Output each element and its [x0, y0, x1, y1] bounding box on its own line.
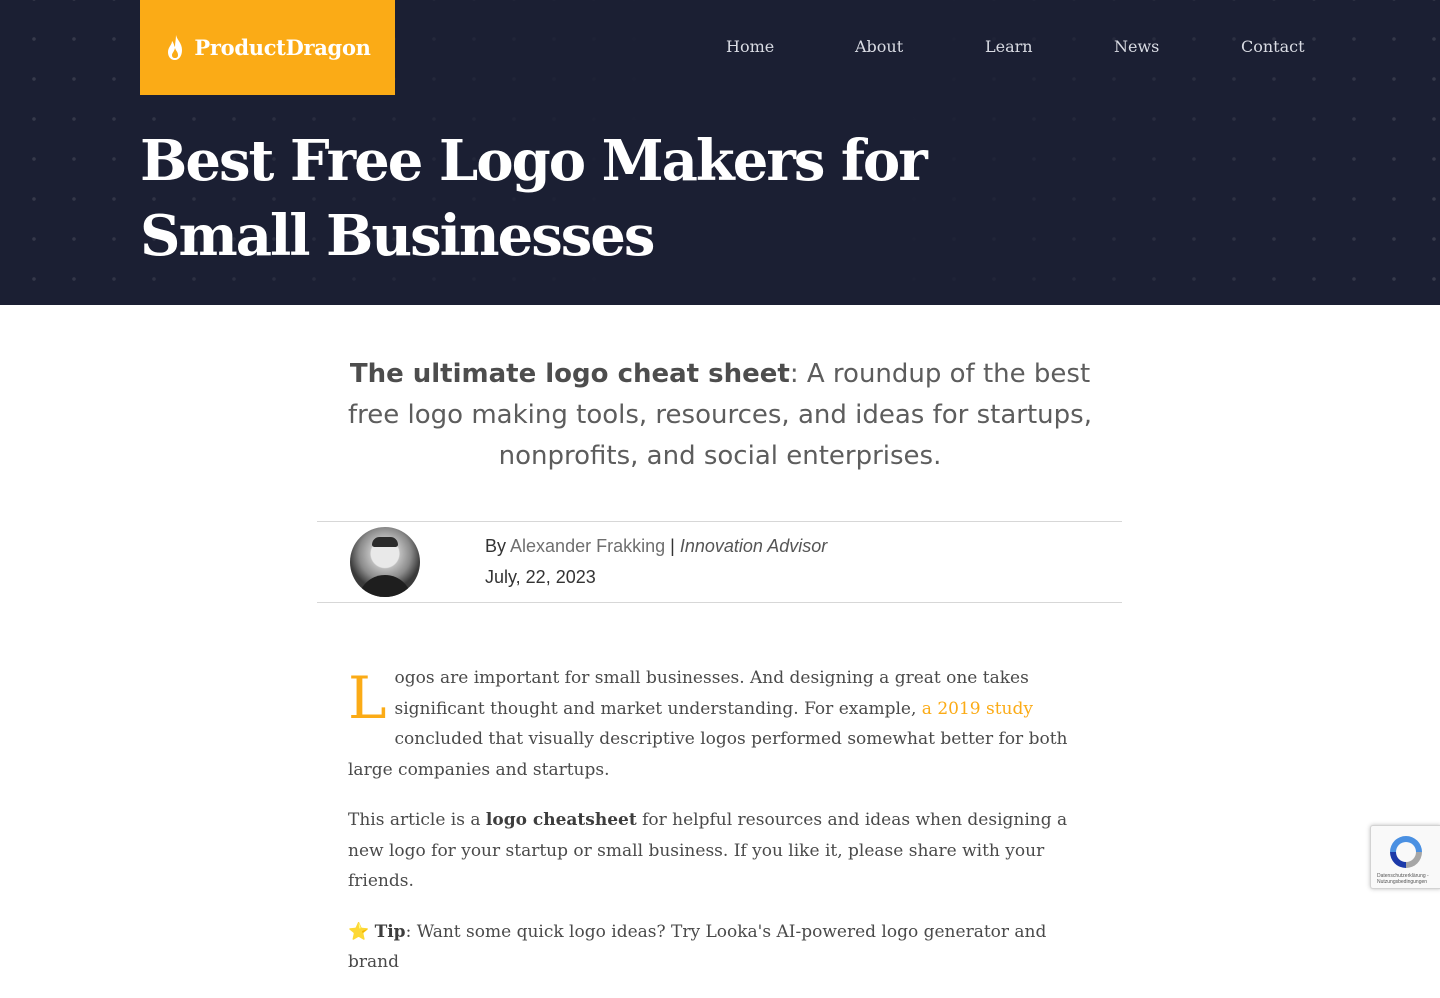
- paragraph: Logos are important for small businesses…: [348, 664, 1068, 780]
- nav-item-contact[interactable]: Contact: [1241, 37, 1305, 56]
- author-avatar: [350, 527, 420, 597]
- nav-item-home[interactable]: Home: [726, 37, 774, 56]
- article-intro: The ultimate logo cheat sheet: A roundup…: [340, 354, 1100, 477]
- nav-item-news[interactable]: News: [1114, 37, 1159, 56]
- by-label: By: [485, 536, 507, 556]
- byline-separator: |: [670, 536, 675, 556]
- drop-cap: L: [348, 664, 387, 732]
- recaptcha-text: Datenschutzerklärung - Nutzungsbedingung…: [1377, 873, 1429, 885]
- paragraph: This article is a logo cheatsheet for he…: [348, 810, 1068, 891]
- site-header: ProductDragon Home About Learn News Cont…: [0, 0, 1440, 305]
- star-icon: ⭐: [348, 921, 370, 942]
- author-bar: By Alexander Frakking | Innovation Advis…: [317, 521, 1122, 603]
- nav-item-about[interactable]: About: [855, 37, 903, 56]
- recaptcha-icon: [1390, 836, 1422, 868]
- page-title: Best Free Logo Makers for Small Business…: [140, 128, 928, 269]
- intro-highlight: The ultimate logo cheat sheet: [349, 359, 790, 389]
- author-name-link[interactable]: Alexander Frakking: [510, 536, 665, 556]
- nav-item-learn[interactable]: Learn: [985, 37, 1033, 56]
- main-nav: Home About Learn News Contact: [0, 37, 1440, 57]
- recaptcha-badge[interactable]: Datenschutzerklärung - Nutzungsbedingung…: [1370, 825, 1440, 889]
- study-link[interactable]: a 2019 study: [922, 699, 1033, 719]
- author-role: Innovation Advisor: [679, 536, 828, 556]
- byline: By Alexander Frakking | Innovation Advis…: [485, 536, 827, 557]
- tip-paragraph: ⭐ Tip: Want some quick logo ideas? Try L…: [348, 921, 1047, 973]
- article-body: Logos are important for small businesses…: [348, 663, 1093, 998]
- logo-cheatsheet-bold: logo cheatsheet: [485, 810, 637, 830]
- publish-date: July, 22, 2023: [485, 567, 596, 587]
- tip-label: Tip: [374, 921, 406, 942]
